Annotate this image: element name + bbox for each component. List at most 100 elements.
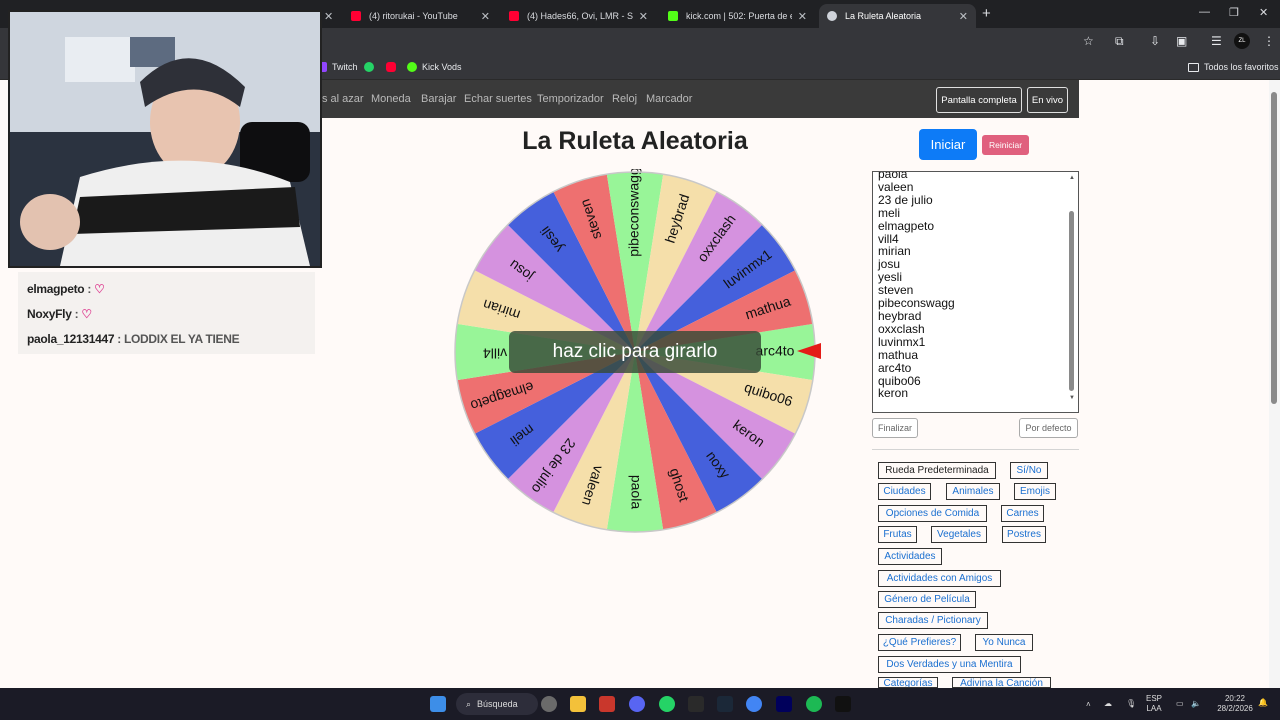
- preset-charades[interactable]: Charadas / Pictionary: [878, 612, 988, 629]
- onedrive-icon[interactable]: ☁: [1104, 699, 1112, 709]
- file-explorer-icon[interactable]: [570, 696, 586, 712]
- nav-link-shuffle[interactable]: Barajar: [421, 93, 456, 105]
- steam-icon[interactable]: [717, 696, 733, 712]
- app-icon[interactable]: [599, 696, 615, 712]
- preset-desserts[interactable]: Postres: [1002, 526, 1046, 543]
- copilot-icon[interactable]: [541, 696, 557, 712]
- premiere-icon[interactable]: [776, 696, 792, 712]
- profile-avatar[interactable]: ZL: [1234, 33, 1250, 49]
- bookmark-label: Todos los favoritos: [1204, 62, 1279, 72]
- default-button[interactable]: Por defecto: [1019, 418, 1078, 438]
- close-icon[interactable]: ✕: [324, 10, 333, 23]
- spin-prompt[interactable]: haz clic para girarlo: [509, 331, 761, 373]
- page-scrollbar[interactable]: [1269, 80, 1280, 688]
- scrollbar-thumb[interactable]: [1271, 92, 1277, 404]
- bookmark-whatsapp[interactable]: [364, 62, 379, 72]
- nav-link-timer[interactable]: Temporizador: [537, 93, 604, 105]
- heart-emote-icon: ♡: [94, 282, 105, 296]
- start-button[interactable]: Iniciar: [919, 129, 977, 160]
- bookmark-kick-vods[interactable]: Kick Vods: [407, 62, 462, 72]
- preset-food[interactable]: Opciones de Comida: [878, 505, 987, 522]
- preset-yes-no[interactable]: Sí/No: [1010, 462, 1048, 479]
- tab-youtube-hades[interactable]: (4) Hades66, Ovi, LMR - Si Mijo ✕: [501, 4, 656, 28]
- close-icon[interactable]: ✕: [639, 10, 648, 23]
- network-icon[interactable]: ▭: [1176, 699, 1184, 709]
- preset-two-truths[interactable]: Dos Verdades y una Mentira: [878, 656, 1021, 673]
- kick-icon: [668, 11, 678, 21]
- close-icon[interactable]: ✕: [481, 10, 490, 23]
- clock[interactable]: 20:22 28/2/2026: [1213, 694, 1257, 714]
- preset-movie-genre[interactable]: Género de Película: [878, 591, 976, 608]
- all-bookmarks-folder[interactable]: Todos los favoritos: [1188, 62, 1279, 72]
- wheel-icon: [827, 11, 837, 21]
- names-list-item: meli: [878, 205, 901, 220]
- scroll-up-icon[interactable]: ▲: [1069, 175, 1075, 181]
- names-list-item: valeen: [878, 179, 914, 194]
- preset-activities[interactable]: Actividades: [878, 548, 942, 565]
- epic-games-icon[interactable]: [688, 696, 704, 712]
- names-textarea[interactable]: paola valeen 23 de julio meli elmagpeto vill4…: [872, 171, 1079, 413]
- tab-search-icon[interactable]: ▣: [1176, 34, 1187, 48]
- fullscreen-button[interactable]: Pantalla completa: [936, 87, 1022, 113]
- new-tab-button[interactable]: +: [982, 5, 991, 22]
- bookmark-star-icon[interactable]: ☆: [1083, 34, 1094, 48]
- search-icon: ⌕: [466, 698, 472, 709]
- preset-vegetables[interactable]: Vegetales: [931, 526, 987, 543]
- preset-emojis[interactable]: Emojis: [1014, 483, 1056, 500]
- preset-would-you-rather[interactable]: ¿Qué Prefieres?: [878, 634, 961, 651]
- scroll-down-icon[interactable]: ▼: [1069, 395, 1075, 401]
- discord-icon[interactable]: [629, 696, 645, 712]
- preset-never-have-i-ever[interactable]: Yo Nunca: [975, 634, 1033, 651]
- preset-meats[interactable]: Carnes: [1001, 505, 1044, 522]
- clock-time: 20:22: [1224, 694, 1246, 703]
- nav-link-coin[interactable]: Moneda: [371, 93, 411, 105]
- preset-activities-friends[interactable]: Actividades con Amigos: [878, 570, 1001, 587]
- language-indicator[interactable]: ESP LAA: [1146, 694, 1162, 714]
- more-menu-icon[interactable]: ⋮: [1263, 34, 1275, 48]
- chat-username: elmagpeto: [27, 282, 85, 296]
- preset-default-wheel[interactable]: Rueda Predeterminada: [878, 462, 996, 479]
- spotify-icon[interactable]: [806, 696, 822, 712]
- restore-button[interactable]: ❐: [1229, 6, 1239, 19]
- scrollbar-thumb[interactable]: [1069, 211, 1074, 391]
- window-close-button[interactable]: ✕: [1259, 6, 1268, 19]
- notifications-icon[interactable]: 🔔: [1258, 698, 1268, 708]
- tab-kick[interactable]: kick.com | 502: Puerta de enlace ✕: [660, 4, 815, 28]
- tab-youtube-ritorukai[interactable]: (4) ritorukai - YouTube ✕: [343, 4, 498, 28]
- live-button[interactable]: En vivo: [1027, 87, 1068, 113]
- taskbar-search[interactable]: ⌕ Búsqueda: [456, 693, 538, 715]
- tab-label: (4) ritorukai - YouTube: [369, 11, 458, 21]
- chrome-icon[interactable]: [746, 696, 762, 712]
- tab-label: kick.com | 502: Puerta de enlace: [686, 11, 792, 21]
- extensions-icon[interactable]: ⧉: [1115, 34, 1124, 49]
- bookmark-twitch[interactable]: Twitch: [317, 62, 358, 72]
- nav-link-scoreboard[interactable]: Marcador: [646, 93, 692, 105]
- preset-guess-song[interactable]: Adivina la Canción: [952, 677, 1051, 688]
- tiktok-icon[interactable]: [835, 696, 851, 712]
- finish-button[interactable]: Finalizar: [872, 418, 918, 438]
- tray-chevron-icon[interactable]: ˄: [1086, 700, 1091, 710]
- close-icon[interactable]: ✕: [798, 10, 807, 23]
- minimize-button[interactable]: —: [1199, 6, 1210, 18]
- names-scrollbar[interactable]: ▲ ▼: [1067, 173, 1077, 411]
- preset-categories[interactable]: Categorías: [878, 677, 938, 688]
- microphone-icon[interactable]: 🎙: [1126, 699, 1136, 709]
- start-menu-icon[interactable]: [430, 696, 446, 712]
- reading-list-icon[interactable]: ☰: [1211, 34, 1222, 48]
- reset-button[interactable]: Reiniciar: [982, 135, 1029, 155]
- nav-link-lots[interactable]: Echar suertes: [464, 93, 532, 105]
- nav-link-clock[interactable]: Reloj: [612, 93, 637, 105]
- chat-message: NoxyFly : ♡: [27, 307, 92, 321]
- whatsapp-icon[interactable]: [659, 696, 675, 712]
- youtube-icon: [509, 11, 519, 21]
- preset-fruits[interactable]: Frutas: [878, 526, 917, 543]
- preset-animals[interactable]: Animales: [946, 483, 1000, 500]
- close-icon[interactable]: ✕: [959, 10, 968, 23]
- volume-icon[interactable]: 🔈: [1191, 699, 1201, 709]
- bookmark-youtube[interactable]: [386, 62, 401, 72]
- tab-ruleta[interactable]: La Ruleta Aleatoria ✕: [819, 4, 976, 28]
- preset-cities[interactable]: Ciudades: [878, 483, 931, 500]
- downloads-icon[interactable]: ⇩: [1150, 34, 1160, 48]
- nav-link-random[interactable]: s al azar: [322, 93, 364, 105]
- youtube-icon: [386, 62, 396, 72]
